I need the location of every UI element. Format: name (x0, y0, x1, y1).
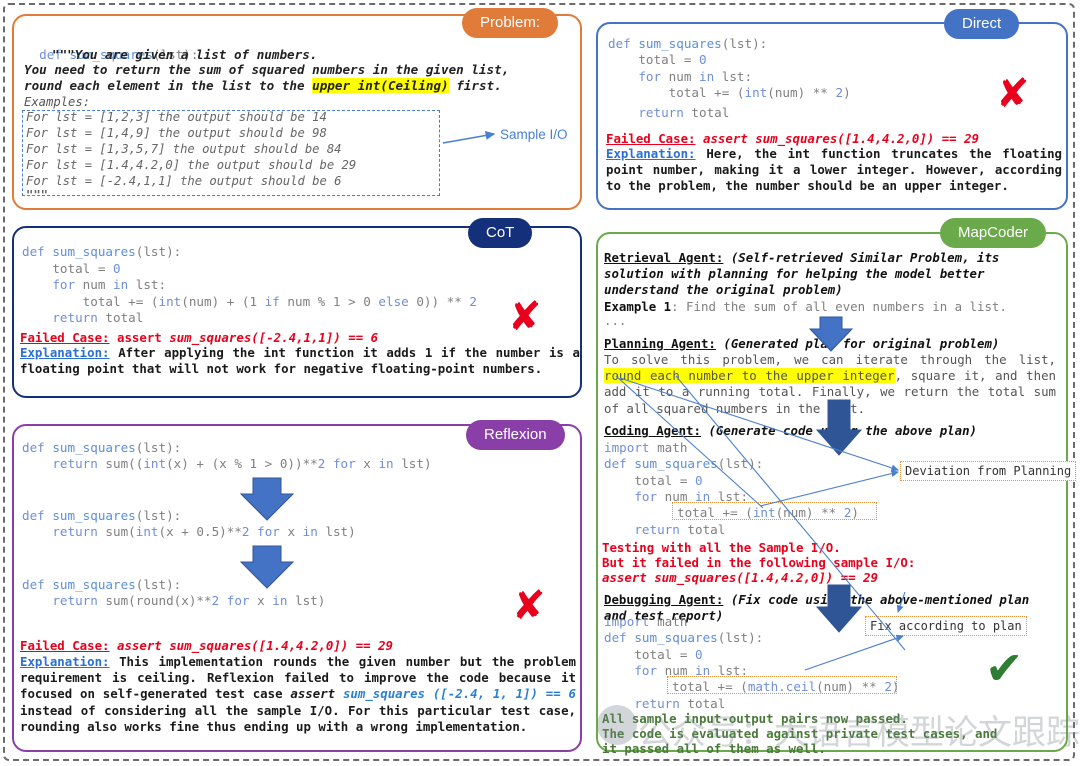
cot-failed-case-line: Failed Case: assert sum_squares([-2.4,1,… (20, 330, 378, 345)
cot-failed-case: sum_squares([-2.4,1,1]) == 6 (169, 330, 379, 345)
mapcoder-coding-label: Coding Agent: (604, 423, 701, 438)
mapcoder-passed-line-1: The code is evaluated against private te… (602, 726, 998, 741)
badge-reflexion: Reflexion (466, 420, 565, 450)
reflexion-attempt1-line0: def sum_squares(lst): (22, 440, 182, 455)
reflexion-failed-case: assert sum_squares([1.4,4.2,0]) == 29 (117, 638, 394, 653)
mapcoder-deviation-highlight-box (672, 502, 877, 520)
direct-explanation-label: Explanation: (606, 146, 696, 161)
mapcoder-coding-note: (Generate code using the above plan) (708, 423, 978, 438)
problem-example-4: For lst = [-2.4,1,1] the output should b… (26, 174, 342, 188)
reflexion-explanation-text-2: instead of considering all the sample I/… (20, 702, 576, 734)
direct-code-3: total += (int(num) ** 2) (608, 85, 851, 100)
problem-doc-line-2: round each element in the list to the up… (24, 78, 502, 93)
direct-code-2: for num in lst: (638, 69, 753, 84)
mapcoder-coding-code-2: total = 0 (604, 473, 703, 488)
mapcoder-fix-note: Fix according to plan (865, 616, 1027, 636)
reflexion-explanation-assert: assert (290, 686, 343, 702)
mapcoder-pass-icon: ✔ (985, 641, 1024, 695)
mapcoder-passed-line-0: All sample input-output pairs now passed… (602, 711, 908, 726)
badge-direct: Direct (944, 9, 1020, 39)
cot-code-3: total += (int(num) + (1 if num % 1 > 0 e… (22, 294, 478, 309)
mapcoder-plan-highlight: round each number to the upper integer (604, 368, 895, 384)
mapcoder-deviation-note: Deviation from Planning (900, 461, 1077, 481)
badge-problem-label: Problem: (480, 14, 541, 31)
badge-mapcoder-label: MapCoder (958, 224, 1029, 241)
mapcoder-plan-text: To solve this problem, we can iterate th… (604, 352, 1056, 417)
cot-code-0: def sum_squares(lst): (22, 244, 182, 259)
mapcoder-debug-code-0: import math (604, 614, 688, 629)
problem-sample-io-annotation: Sample I/O (500, 127, 568, 142)
reflexion-explanation-label: Explanation: (20, 654, 110, 669)
badge-mapcoder: MapCoder (940, 218, 1047, 248)
direct-failed-label: Failed Case: (606, 131, 696, 146)
direct-explanation: Explanation: Here, the int function trun… (606, 146, 1062, 195)
reflexion-attempt3-line0: def sum_squares(lst): (22, 577, 182, 592)
cot-code-2: for num in lst: (52, 277, 167, 292)
cot-fail-icon: ✘ (508, 294, 542, 340)
badge-reflexion-label: Reflexion (484, 426, 547, 443)
mapcoder-coding-code-1: def sum_squares(lst): (604, 456, 764, 471)
mapcoder-planning-label: Planning Agent: (604, 336, 716, 351)
direct-code-0: def sum_squares(lst): (608, 36, 768, 51)
mapcoder-retrieval: Retrieval Agent: (Self-retrieved Similar… (604, 250, 1056, 299)
reflexion-attempt3-line1: return sum(round(x)**2 for x in lst) (52, 593, 326, 608)
reflexion-explanation: Explanation: This implementation rounds … (20, 654, 576, 735)
reflexion-explanation-call: sum_squares ([-2.4, 1, 1]) == 6 (342, 686, 576, 702)
mapcoder-debug-code-2: total = 0 (604, 647, 703, 662)
mapcoder-ellipsis: ... (604, 313, 627, 328)
direct-code-1: total = 0 (608, 52, 707, 67)
direct-failed-case-line: Failed Case: assert sum_squares([1.4,4.2… (606, 131, 979, 146)
badge-cot-label: CoT (486, 224, 515, 241)
mapcoder-plan-part1: To solve this problem, we can iterate th… (604, 352, 1056, 367)
cot-explanation: Explanation: After applying the int func… (20, 345, 580, 377)
direct-failed-case: assert sum_squares([1.4,4.2,0]) == 29 (703, 131, 980, 146)
mapcoder-test-line-2: But it failed in the following sample I/… (602, 555, 916, 570)
mapcoder-coding: Coding Agent: (Generate code using the a… (604, 423, 977, 439)
reflexion-attempt2-line1: return sum(int(x + 0.5)**2 for x in lst) (52, 524, 356, 539)
mapcoder-debug-code-1: def sum_squares(lst): (604, 630, 764, 645)
cot-failed-label: Failed Case: (20, 330, 110, 345)
badge-direct-label: Direct (962, 15, 1002, 32)
mapcoder-coding-code-5: return total (604, 522, 726, 537)
reflexion-fail-icon: ✘ (512, 583, 546, 629)
mapcoder-test-line-1: Testing with all the Sample I/O. (602, 540, 841, 555)
mapcoder-example: Example 1: Find the sum of all even numb… (604, 299, 1007, 315)
watermark-avatar (597, 705, 637, 745)
cot-explanation-label: Explanation: (20, 345, 110, 360)
problem-doc-line-1: You need to return the sum of squared nu… (24, 62, 510, 77)
problem-example-1: For lst = [1,4,9] the output should be 9… (26, 126, 327, 140)
mapcoder-planning-note: (Generated plan for original problem) (723, 336, 1000, 351)
mapcoder-test-line-3: assert sum_squares([1.4,4.2,0]) == 29 (602, 570, 879, 585)
mapcoder-fix-highlight-box (667, 676, 897, 694)
mapcoder-planning: Planning Agent: (Generated plan for orig… (604, 336, 999, 352)
problem-doc-end: """ (26, 188, 49, 202)
cot-failed-assert: assert (117, 330, 170, 345)
mapcoder-debug-label: Debugging Agent: (604, 592, 724, 607)
direct-fail-icon: ✘ (996, 71, 1030, 117)
mapcoder-example-text: : Find the sum of all even numbers in a … (671, 299, 1007, 314)
mapcoder-retrieval-label: Retrieval Agent: (604, 250, 724, 265)
problem-highlight-ceiling: upper int(Ceiling) (312, 78, 449, 93)
cot-code-1: total = 0 (22, 261, 121, 276)
reflexion-failed-case-line: Failed Case: assert sum_squares([1.4,4.2… (20, 638, 393, 653)
cot-code-4: return total (22, 310, 144, 325)
direct-code-4: return total (608, 105, 730, 120)
problem-examples-label: Examples: (24, 95, 91, 109)
problem-example-0: For lst = [1,2,3] the output should be 1… (26, 110, 327, 124)
problem-example-2: For lst = [1,3,5,7] the output should be… (26, 142, 342, 156)
badge-problem: Problem: (462, 8, 559, 38)
problem-doc-line-0: """You are given a list of numbers. (52, 47, 318, 62)
mapcoder-coding-code-0: import math (604, 440, 688, 455)
reflexion-attempt1-line1: return sum((int(x) + (x % 1 > 0))**2 for… (52, 456, 432, 471)
mapcoder-example-label: Example 1 (604, 299, 672, 314)
badge-cot: CoT (468, 218, 533, 248)
reflexion-attempt2-line0: def sum_squares(lst): (22, 508, 182, 523)
problem-example-3: For lst = [1.4,4.2,0] the output should … (26, 158, 357, 172)
reflexion-failed-label: Failed Case: (20, 638, 110, 653)
mapcoder-passed-line-2: it passed all of them as well. (602, 741, 826, 756)
